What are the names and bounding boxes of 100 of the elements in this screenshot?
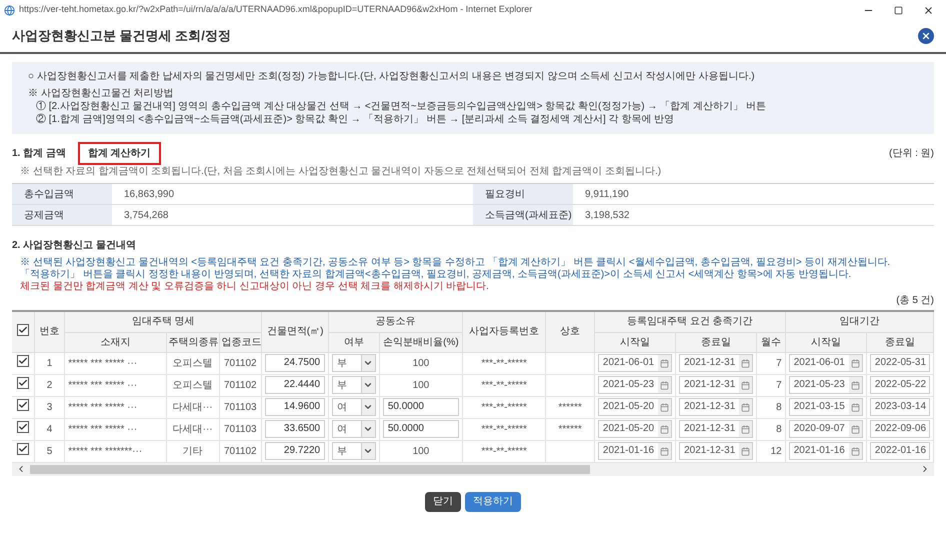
table-cell: ***-**-***** [481, 424, 527, 434]
column-header: 여부 [344, 336, 364, 348]
guide-text: ○ 사업장현황신고서를 제출한 납세자의 물건명세만 조회(정정) 가능합니다.(단, 사업장현황신고서의 내용은 변경되지 않으며 소득세 신고서 작성시에만 사용됩니다.) [28, 70, 756, 83]
date-field[interactable]: 2021-12-31 [679, 398, 754, 416]
date-field[interactable]: 2021-01-16 [788, 442, 863, 460]
section-heading: 2. 사업장현황신고 물건내역 [12, 239, 137, 253]
date-field[interactable]: 2021-12-31 [679, 376, 754, 394]
calendar-icon[interactable] [741, 380, 750, 390]
table-cell: ****** [558, 424, 582, 434]
table-cell: 7 [776, 380, 782, 390]
calendar-icon[interactable] [660, 380, 670, 390]
share-field[interactable]: 50.0000 [382, 420, 460, 438]
joint-select[interactable]: 여 [332, 420, 376, 438]
date-field[interactable]: 2021-05-20 [598, 420, 672, 438]
action-button[interactable]: 적용하기 [465, 492, 521, 512]
table-cell: 기타 [182, 446, 203, 456]
checkbox[interactable] [16, 421, 29, 433]
calendar-icon[interactable] [741, 402, 750, 412]
date-field[interactable]: 2022-05-31 [870, 354, 930, 372]
table-cell: 3 [46, 402, 52, 412]
calendar-icon[interactable] [850, 446, 860, 456]
table-cell: 8 [776, 424, 782, 434]
area-field[interactable]: 29.7220 [265, 442, 326, 460]
checkbox[interactable] [16, 443, 29, 455]
action-button[interactable]: 닫기 [425, 492, 461, 512]
checkbox[interactable] [16, 399, 29, 411]
scrollbar-thumb[interactable] [30, 464, 590, 474]
table-cell: 오피스텔 [172, 380, 213, 390]
close-icon[interactable] [923, 4, 934, 16]
area-field[interactable]: 33.6500 [265, 420, 326, 438]
date-field[interactable]: 2021-06-01 [788, 354, 863, 372]
calendar-icon[interactable] [660, 424, 670, 434]
table-cell: 701103 [224, 424, 257, 434]
close-button[interactable] [918, 28, 934, 44]
calendar-icon[interactable] [660, 446, 670, 456]
calendar-icon[interactable] [850, 358, 860, 368]
note-text: ※ 선택한 자료의 합계금액이 조회됩니다.(단, 처음 조회시에는 사업장현황신고 물건내역이 자동으로 전체선택되어 전체 합계금액이 조회됩니다.) [19, 165, 662, 179]
joint-select[interactable]: 부 [332, 376, 376, 394]
date-field[interactable]: 2022-05-22 [870, 376, 930, 394]
chevron-down-icon [363, 358, 374, 368]
date-field[interactable]: 2021-01-16 [598, 442, 672, 460]
calc-button[interactable]: 합계 계산하기 [78, 142, 161, 165]
horizontal-scrollbar[interactable] [12, 462, 934, 476]
date-field[interactable]: 2022-09-06 [870, 420, 930, 438]
share-field[interactable]: 50.0000 [382, 398, 460, 416]
joint-select[interactable]: 부 [332, 442, 376, 460]
maximize-icon[interactable] [894, 6, 903, 14]
checkbox[interactable] [16, 355, 29, 367]
table-cell: ***-**-***** [481, 358, 527, 368]
column-header: 소재지 [100, 336, 130, 348]
calendar-icon[interactable] [660, 358, 670, 368]
close-icon [921, 31, 931, 41]
date-field[interactable]: 2021-03-15 [788, 398, 863, 416]
column-header: 상호 [560, 326, 580, 338]
date-field[interactable]: 2021-06-01 [598, 354, 672, 372]
table-cell: 701102 [224, 446, 257, 456]
date-field[interactable]: 2021-05-23 [788, 376, 863, 394]
date-field[interactable]: 2022-01-16 [870, 442, 930, 460]
column-header: 주택의종류 [168, 336, 219, 348]
area-field[interactable]: 22.4440 [265, 376, 326, 394]
calendar-icon[interactable] [741, 358, 750, 368]
column-header: 시작일 [810, 336, 841, 348]
column-header: 임대주택 명세 [132, 316, 195, 328]
date-field[interactable]: 2023-03-14 [870, 398, 930, 416]
column-header: 번호 [40, 326, 60, 338]
chevron-down-icon [363, 446, 374, 456]
date-field[interactable]: 2021-05-23 [598, 376, 672, 394]
table-cell: 12 [770, 446, 782, 456]
table-cell: 오피스텔 [172, 358, 213, 368]
guide-text: ※ 사업장현황신고물건 처리방법 [28, 87, 175, 100]
date-field[interactable]: 2021-12-31 [679, 420, 754, 438]
calendar-icon[interactable] [850, 402, 860, 412]
date-field[interactable]: 2021-05-20 [598, 398, 672, 416]
guide-text: ① [2.사업장현황신고 물건내역] 영역의 총수입금액 계산 대상물건 선택 → <건물면적~보증금등의수입금액산입액> 항목값 확인(정정가능) → 「합계 계산하기」 버튼 [35, 100, 767, 113]
date-field[interactable]: 2021-12-31 [679, 442, 754, 460]
checkbox[interactable] [16, 324, 29, 336]
checkbox[interactable] [16, 377, 29, 389]
table-cell: ***** *** *******··· [68, 446, 142, 456]
table-cell: ***** *** ***** ··· [68, 358, 138, 368]
note-text: 체크된 물건만 합계금액 계산 및 오류검증을 하니 신고대상이 아닌 경우 선택 체크를 해제하시기 바랍니다. [19, 281, 490, 293]
calendar-icon[interactable] [850, 380, 860, 390]
table-cell: 100 [412, 380, 430, 390]
window-title: https://ver-teht.hometax.go.kr/?w2xPath=/ui/rn/a/a/a/a/UTERNAAD96.xml&popupID=UTERNAAD96&w2xHom - Internet Explorer [19, 3, 534, 16]
joint-select[interactable]: 여 [332, 398, 376, 416]
table-cell: ***** *** ***** ··· [68, 424, 138, 434]
calendar-icon[interactable] [741, 446, 750, 456]
area-field[interactable]: 14.9600 [265, 398, 326, 416]
table-cell: 7 [776, 358, 782, 368]
calendar-icon[interactable] [741, 424, 750, 434]
total-count: (총 5 건) [896, 294, 934, 308]
calendar-icon[interactable] [850, 424, 860, 434]
date-field[interactable]: 2021-12-31 [679, 354, 754, 372]
calendar-icon[interactable] [660, 402, 670, 412]
area-field[interactable]: 24.7500 [265, 354, 326, 372]
table-cell: 다세대··· [172, 402, 213, 412]
guide-text: ② [1.합계 금액]영역의 <총수입금액~소득금액(과세표준)> 항목값 확인 → 「적용하기」 버튼 → [분리과세 소득 결정세액 계산서] 각 항목에 반영 [35, 113, 676, 126]
summary-value: 3,754,268 [123, 208, 170, 222]
joint-select[interactable]: 부 [332, 354, 376, 372]
column-header: 손익분배비율(%) [383, 336, 459, 348]
date-field[interactable]: 2020-09-07 [788, 420, 863, 438]
